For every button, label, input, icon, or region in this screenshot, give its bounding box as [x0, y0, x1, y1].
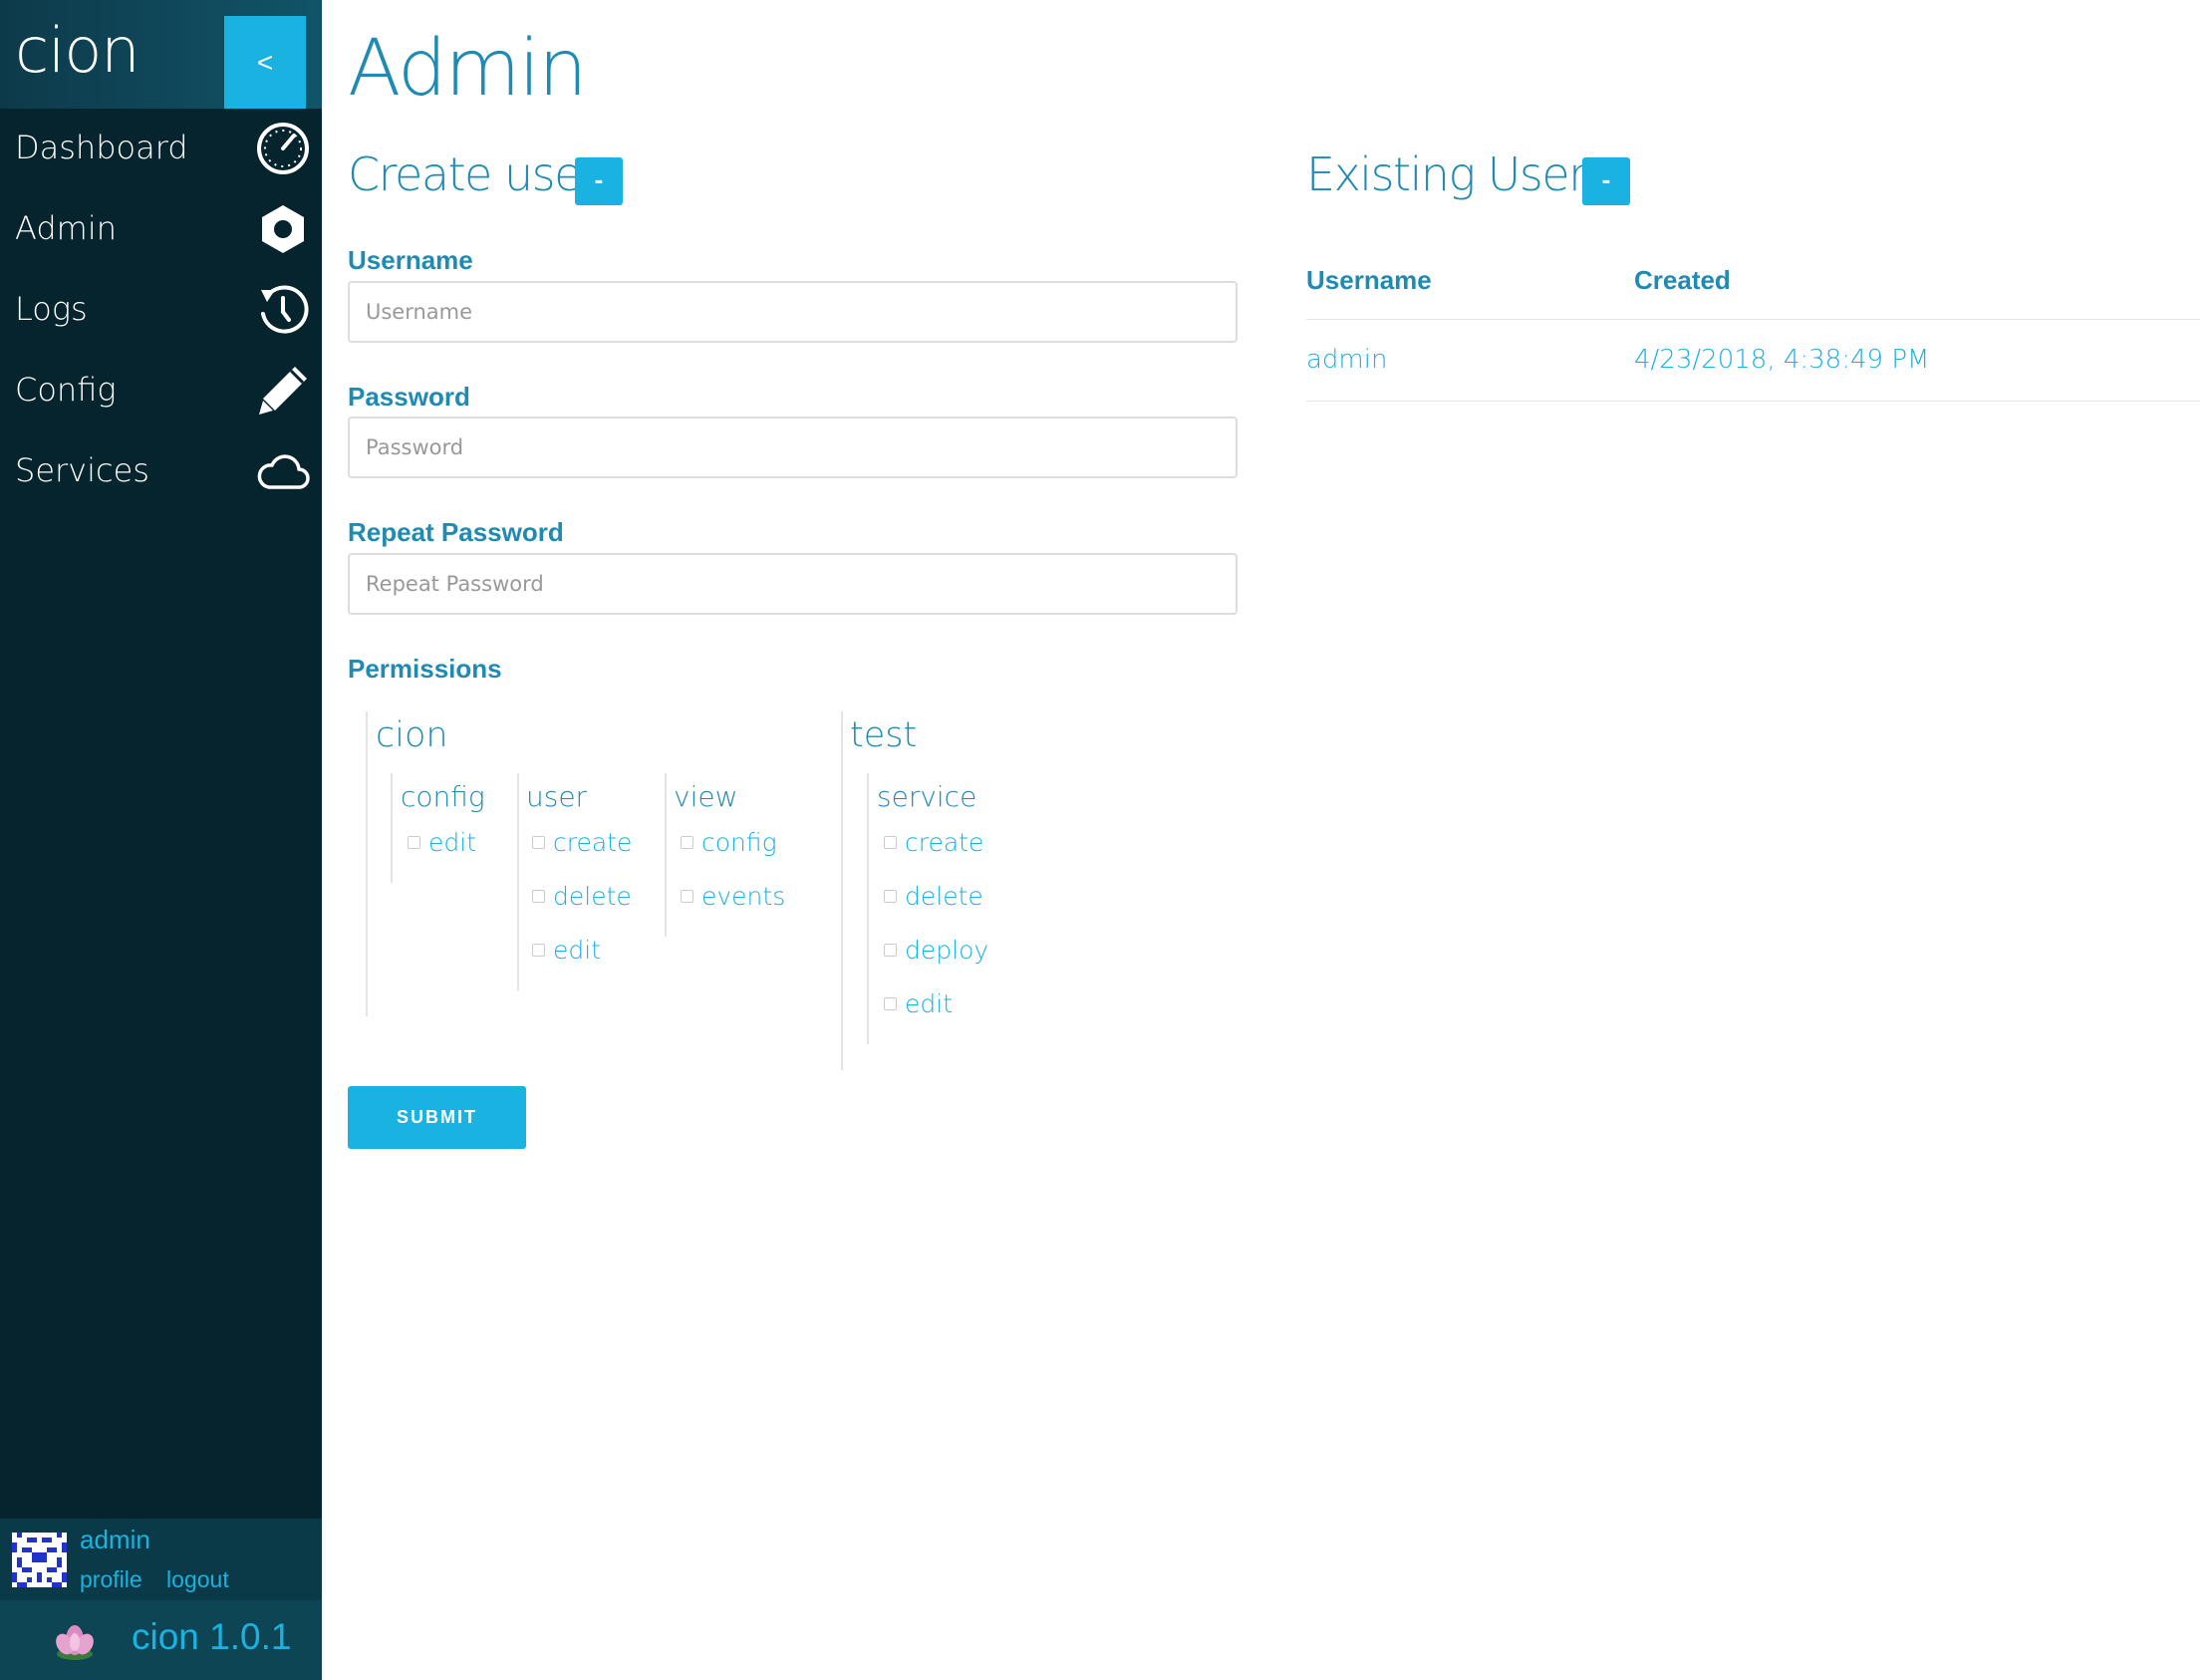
existing-users-title: Existing Users: [1306, 147, 1610, 201]
tree-line: [867, 773, 869, 1044]
checkbox[interactable]: [681, 835, 693, 849]
perm-category-user: user: [526, 780, 588, 813]
password-label: Password: [348, 382, 470, 412]
tree-line: [517, 773, 519, 990]
perm-checkbox-test-service-create[interactable]: create: [884, 825, 983, 859]
sidebar: cion < Dashboard Admin Logs Config Servi…: [0, 0, 322, 1680]
user-name: admin: [80, 1525, 150, 1554]
tree-line: [366, 711, 368, 1016]
tree-line: [841, 711, 843, 1070]
sidebar-item-config[interactable]: Config: [0, 351, 322, 431]
checkbox[interactable]: [884, 996, 897, 1010]
checkbox[interactable]: [884, 889, 897, 903]
profile-link[interactable]: profile: [80, 1566, 142, 1592]
perm-item-label: edit: [428, 827, 476, 857]
perm-item-label: edit: [553, 935, 601, 965]
checkbox[interactable]: [532, 835, 545, 849]
table-divider: [1306, 401, 2200, 402]
user-links: profile logout: [80, 1566, 247, 1593]
username-input[interactable]: [348, 281, 1238, 343]
column-header-created: Created: [1634, 265, 1731, 295]
checkbox[interactable]: [884, 943, 897, 957]
perm-item-label: edit: [905, 988, 953, 1018]
perm-checkbox-cion-config-edit[interactable]: edit: [408, 825, 476, 859]
table-divider: [1306, 319, 2200, 320]
identicon-avatar: [12, 1533, 67, 1587]
column-header-username: Username: [1306, 265, 1432, 295]
checkbox[interactable]: [681, 889, 693, 903]
perm-item-label: deploy: [905, 935, 989, 965]
perm-category-service: service: [877, 780, 977, 813]
tree-line: [665, 773, 667, 937]
perm-item-label: events: [701, 881, 786, 911]
perm-checkbox-cion-user-delete[interactable]: delete: [532, 879, 632, 913]
submit-button[interactable]: SUBMIT: [348, 1086, 526, 1149]
perm-group-test: test: [850, 715, 918, 755]
perm-group-cion: cion: [376, 715, 448, 755]
perm-checkbox-cion-user-edit[interactable]: edit: [532, 933, 601, 967]
permissions-label: Permissions: [348, 654, 502, 684]
sidebar-item-dashboard[interactable]: Dashboard: [0, 109, 322, 189]
pencil-icon: [259, 367, 307, 415]
avatar[interactable]: [12, 1533, 67, 1587]
cell-username: admin: [1306, 345, 1388, 375]
sidebar-item-label: Config: [15, 371, 117, 409]
checkbox[interactable]: [532, 889, 545, 903]
username-label: Username: [348, 245, 473, 275]
sidebar-item-services[interactable]: Services: [0, 431, 322, 512]
brand-name: cion: [15, 14, 140, 87]
sidebar-nav: Dashboard Admin Logs Config Services: [0, 109, 322, 512]
user-panel: admin profile logout: [0, 1519, 322, 1600]
logout-link[interactable]: logout: [166, 1566, 229, 1592]
perm-checkbox-cion-user-create[interactable]: create: [532, 825, 632, 859]
perm-category-config: config: [401, 780, 485, 813]
version-text: cion 1.0.1: [132, 1616, 292, 1657]
history-clock-icon: [261, 285, 309, 334]
checkbox[interactable]: [884, 835, 897, 849]
sidebar-item-logs[interactable]: Logs: [0, 270, 322, 351]
create-user-title: Create user: [348, 147, 600, 201]
perm-checkbox-test-service-delete[interactable]: delete: [884, 879, 983, 913]
repeat-password-label: Repeat Password: [348, 517, 564, 547]
create-user-toggle-button[interactable]: -: [575, 157, 623, 205]
perm-item-label: create: [905, 827, 984, 857]
sidebar-item-label: Services: [15, 451, 149, 489]
sidebar-item-label: Dashboard: [15, 129, 188, 166]
existing-users-toggle-button[interactable]: -: [1582, 157, 1630, 205]
perm-checkbox-test-service-edit[interactable]: edit: [884, 986, 953, 1020]
sidebar-item-label: Admin: [15, 209, 117, 247]
collapse-sidebar-button[interactable]: <: [224, 16, 306, 109]
cloud-icon: [257, 454, 310, 489]
hexagon-icon: [262, 205, 304, 253]
version-bar: cion 1.0.1: [0, 1600, 322, 1680]
perm-item-label: create: [553, 827, 633, 857]
lotus-logo-icon: [56, 1625, 94, 1660]
perm-item-label: delete: [905, 881, 983, 911]
perm-category-view: view: [674, 780, 738, 813]
sidebar-item-label: Logs: [15, 290, 88, 328]
brand-bar: cion <: [0, 0, 322, 109]
checkbox[interactable]: [532, 943, 545, 957]
perm-item-label: delete: [553, 881, 632, 911]
dashboard-gauge-icon: [257, 123, 309, 174]
tree-line: [391, 773, 393, 883]
page-title: Admin: [348, 24, 588, 114]
checkbox[interactable]: [408, 835, 420, 849]
repeat-password-input[interactable]: [348, 553, 1238, 615]
perm-checkbox-test-service-deploy[interactable]: deploy: [884, 933, 988, 967]
perm-item-label: config: [701, 827, 777, 857]
perm-checkbox-cion-view-config[interactable]: config: [681, 825, 777, 859]
password-input[interactable]: [348, 417, 1238, 478]
cell-created: 4/23/2018, 4:38:49 PM: [1634, 345, 1930, 375]
sidebar-item-admin[interactable]: Admin: [0, 189, 322, 270]
perm-checkbox-cion-view-events[interactable]: events: [681, 879, 785, 913]
